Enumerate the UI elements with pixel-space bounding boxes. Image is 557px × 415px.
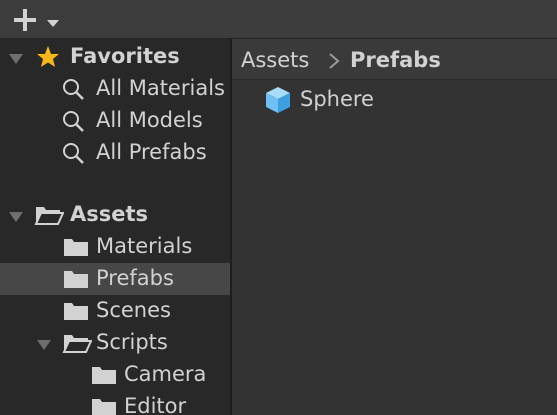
folder-icon [90,396,118,415]
folder-icon [62,300,90,326]
search-icon [62,78,86,106]
tree-item-label: Prefabs [96,266,174,290]
search-icon [62,142,86,170]
tree-item-all-prefabs[interactable]: All Prefabs [0,137,230,169]
favorites-label: Favorites [70,44,180,68]
chevron-right-icon [328,52,340,74]
search-icon [62,110,86,138]
tree-item-label: Materials [96,234,193,258]
tree-item-label: All Models [96,108,203,132]
star-icon [36,45,60,73]
tree-item-all-models[interactable]: All Models [0,105,230,137]
assets-label: Assets [70,202,149,226]
tree-item-label: All Materials [96,76,225,100]
breadcrumb-item-assets[interactable]: Assets [241,47,309,73]
folder-open-icon [62,332,93,358]
caret-down-icon[interactable] [46,14,60,33]
folder-open-icon [34,204,65,230]
tree-item-materials[interactable]: Materials [0,231,230,263]
breadcrumb: Assets Prefabs [232,39,557,80]
tree-item-prefabs[interactable]: Prefabs [0,263,230,295]
tree-item-label: Scripts [96,330,168,354]
breadcrumb-item-prefabs[interactable]: Prefabs [350,47,441,73]
project-content-panel: Assets Prefabs Sphere [232,39,557,415]
asset-label: Sphere [300,87,374,111]
project-tree-panel: Favorites All Materials All Models All P… [0,39,230,415]
tree-item-label: Editor [124,394,187,415]
folder-icon [90,364,118,390]
expand-arrow-icon[interactable] [36,336,52,355]
tree-item-scripts[interactable]: Scripts [0,327,230,359]
tree-item-favorites[interactable]: Favorites [0,41,230,73]
tree-item-label: All Prefabs [96,140,207,164]
folder-icon [62,236,90,262]
tree-item-editor[interactable]: Editor [0,391,230,415]
prefab-cube-icon [264,85,292,119]
expand-arrow-icon[interactable] [8,208,24,227]
tree-item-assets[interactable]: Assets [0,199,230,231]
tree-item-all-materials[interactable]: All Materials [0,73,230,105]
tree-item-label: Camera [124,362,207,386]
plus-icon [12,7,38,37]
asset-item-sphere[interactable]: Sphere [262,83,422,115]
tree-item-label: Scenes [96,298,171,322]
folder-icon [62,268,90,294]
tree-item-scenes[interactable]: Scenes [0,295,230,327]
project-toolbar [0,0,557,39]
expand-arrow-icon[interactable] [8,50,24,69]
tree-item-camera[interactable]: Camera [0,359,230,391]
create-button[interactable] [10,6,66,32]
